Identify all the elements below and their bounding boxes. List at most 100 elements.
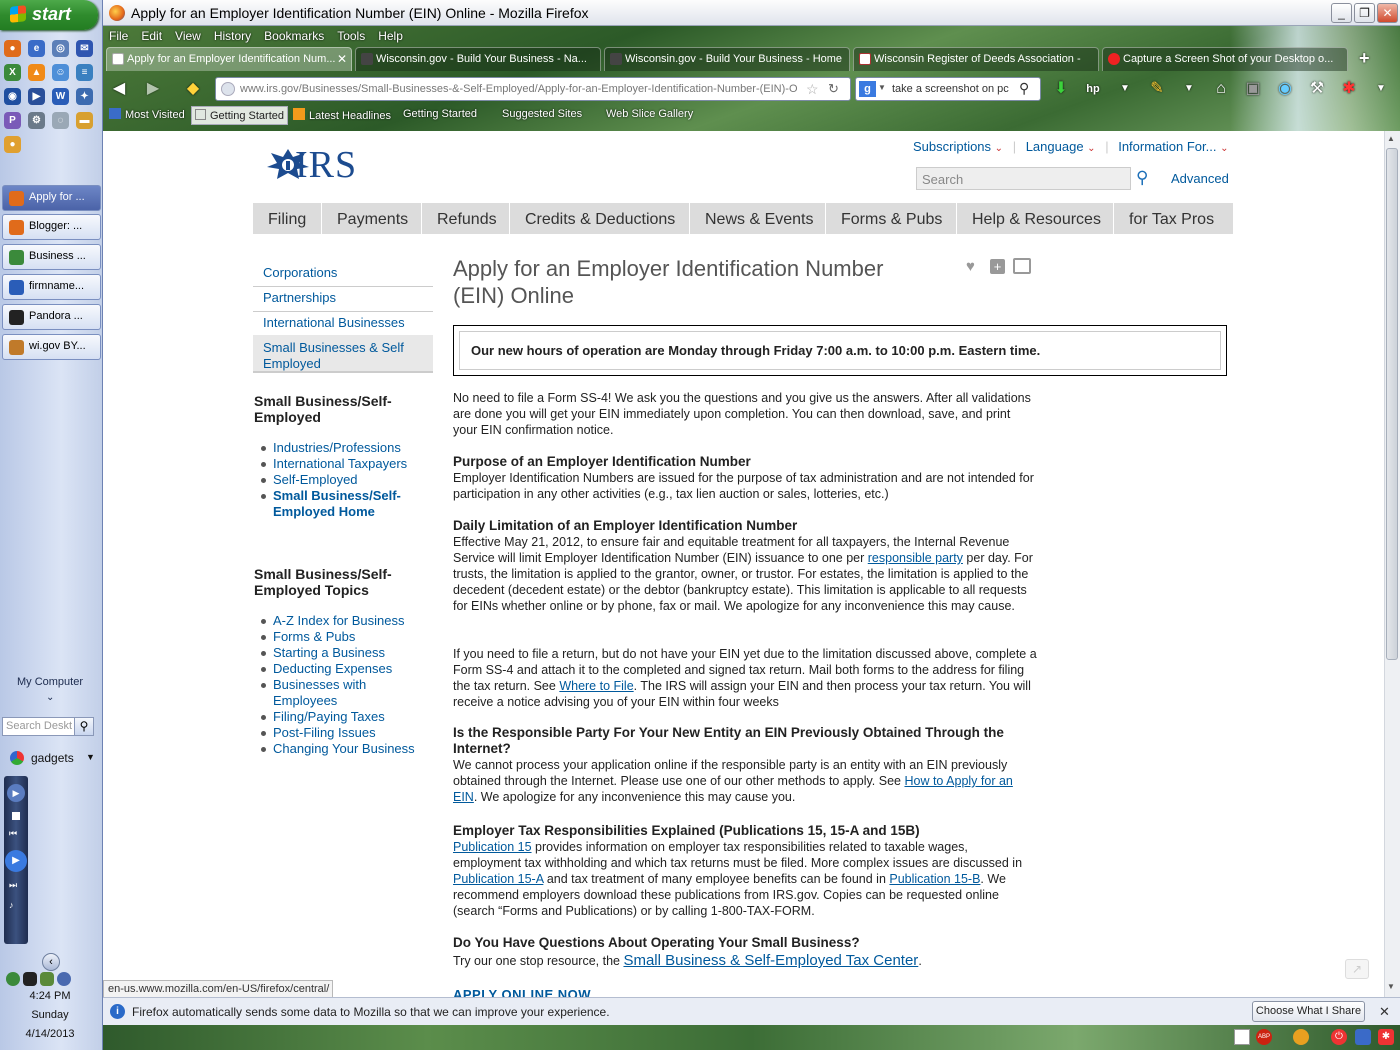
list-item[interactable]: Post-Filing Issues bbox=[259, 725, 429, 741]
task-business[interactable]: Business ... bbox=[2, 244, 101, 270]
publisher-icon[interactable]: P bbox=[4, 112, 21, 129]
forward-icon[interactable]: ▶ bbox=[143, 79, 163, 99]
list-item[interactable]: Self-Employed bbox=[259, 472, 409, 488]
engine-dropdown-icon[interactable]: ▼ bbox=[878, 83, 886, 92]
scroll-up-icon[interactable]: ▲ bbox=[1387, 134, 1395, 143]
globe-tray-icon[interactable] bbox=[57, 972, 71, 986]
restore-button[interactable]: ❐ bbox=[1354, 3, 1375, 23]
pencil-icon[interactable]: ✎ bbox=[1147, 79, 1167, 99]
battery-tray-icon[interactable] bbox=[40, 972, 54, 986]
tab-wisconsin-home[interactable]: Wisconsin.gov - Build Your Business - Ho… bbox=[604, 47, 850, 71]
vlc-icon[interactable]: ▲ bbox=[28, 64, 45, 81]
tool-icon[interactable]: ⚙ bbox=[28, 112, 45, 129]
menu-help[interactable]: Help bbox=[378, 29, 403, 43]
task-firmname[interactable]: firmname... bbox=[2, 274, 101, 300]
tab-close-icon[interactable]: ✕ bbox=[337, 52, 347, 66]
menu-view[interactable]: View bbox=[175, 29, 201, 43]
choose-what-i-share-button[interactable]: Choose What I Share bbox=[1252, 1001, 1365, 1022]
tab-capture-screenshot[interactable]: Capture a Screen Shot of your Desktop o.… bbox=[1102, 47, 1348, 71]
nav-refunds[interactable]: Refunds bbox=[422, 203, 510, 234]
hp-icon[interactable]: hp bbox=[1083, 79, 1103, 99]
menu-bookmarks[interactable]: Bookmarks bbox=[264, 29, 324, 43]
search-bar[interactable]: g ▼ take a screenshot on pc ⚲ bbox=[855, 77, 1041, 101]
task-wi-gov[interactable]: wi.gov BY... bbox=[2, 334, 101, 360]
task-blogger[interactable]: Blogger: ... bbox=[2, 214, 101, 240]
ie-icon[interactable]: e bbox=[28, 40, 45, 57]
back-icon[interactable]: ◀ bbox=[109, 79, 129, 99]
menu-edit[interactable]: Edit bbox=[141, 29, 162, 43]
tab-wisconsin-na[interactable]: Wisconsin.gov - Build Your Business - Na… bbox=[355, 47, 601, 71]
leftnav-partnerships[interactable]: Partnerships bbox=[253, 285, 433, 312]
dropdown-icon[interactable]: ▼ bbox=[1179, 79, 1199, 99]
gadgets-label[interactable]: gadgets bbox=[31, 751, 74, 765]
new-tab-button[interactable]: + bbox=[1359, 48, 1370, 69]
nav-forms-pubs[interactable]: Forms & Pubs bbox=[826, 203, 957, 234]
globe-icon[interactable]: ◎ bbox=[52, 40, 69, 57]
play-pause-icon[interactable]: ▶ bbox=[5, 850, 27, 872]
power-icon[interactable]: ⏻ bbox=[1331, 1029, 1347, 1045]
publication-15b-link[interactable]: Publication 15-B bbox=[889, 872, 980, 886]
subscriptions-link[interactable]: Subscriptions ⌄ bbox=[913, 139, 1003, 154]
star-icon[interactable]: ☆ bbox=[806, 81, 824, 98]
bookmark-getting-started-2[interactable]: Getting Started bbox=[403, 108, 477, 120]
dropdown-icon[interactable]: ▼ bbox=[1115, 79, 1135, 99]
tab-irs-ein[interactable]: Apply for an Employer Identification Num… bbox=[106, 47, 352, 71]
close-icon[interactable]: ✕ bbox=[1379, 1004, 1390, 1020]
addon-red-icon[interactable]: ✱ bbox=[1378, 1029, 1394, 1045]
list-item[interactable]: A-Z Index for Business bbox=[259, 613, 429, 629]
nav-news-events[interactable]: News & Events bbox=[690, 203, 826, 234]
leftnav-small-businesses[interactable]: Small Businesses & Self Employed bbox=[253, 335, 433, 373]
list-item[interactable]: Starting a Business bbox=[259, 645, 429, 661]
addon-icon[interactable] bbox=[1293, 1029, 1309, 1045]
list-item[interactable]: Businesses with Employees bbox=[259, 677, 369, 709]
addon-star-icon[interactable]: ✱ bbox=[1339, 79, 1359, 99]
where-to-file-link[interactable]: Where to File bbox=[559, 679, 633, 693]
nav-filing[interactable]: Filing bbox=[253, 203, 322, 234]
tax-center-link[interactable]: Small Business & Self-Employed Tax Cente… bbox=[623, 952, 918, 969]
firefox-icon[interactable]: ● bbox=[4, 40, 21, 57]
search-icon[interactable]: ⚲ bbox=[1136, 168, 1156, 188]
bookmark-getting-started[interactable]: Getting Started bbox=[191, 106, 288, 125]
gadgets-dropdown-icon[interactable]: ▼ bbox=[86, 752, 95, 762]
advanced-search-link[interactable]: Advanced bbox=[1171, 171, 1229, 186]
wrench-icon[interactable]: ⚒ bbox=[1307, 79, 1327, 99]
stop-icon[interactable] bbox=[12, 812, 20, 820]
nav-payments[interactable]: Payments bbox=[322, 203, 422, 234]
share-float-icon[interactable]: ↗ bbox=[1345, 959, 1369, 979]
list-item[interactable]: Changing Your Business bbox=[259, 741, 429, 757]
network-tray-icon[interactable] bbox=[23, 972, 37, 986]
nav-tax-pros[interactable]: for Tax Pros bbox=[1114, 203, 1233, 234]
menu-tools[interactable]: Tools bbox=[337, 29, 365, 43]
next-icon[interactable]: ⏭ bbox=[9, 880, 17, 891]
leftnav-international-businesses[interactable]: International Businesses bbox=[253, 310, 433, 337]
disc-icon[interactable]: ◌ bbox=[52, 112, 69, 129]
globe-icon[interactable]: ◉ bbox=[1275, 79, 1295, 99]
nav-credits-deductions[interactable]: Credits & Deductions bbox=[510, 203, 690, 234]
bookmark-suggested-sites[interactable]: Suggested Sites bbox=[502, 108, 582, 120]
share-plus-icon[interactable]: + bbox=[990, 259, 1005, 274]
list-item[interactable]: International Taxpayers bbox=[259, 456, 409, 472]
google-icon[interactable]: g bbox=[859, 81, 876, 97]
chrome-tray-icon[interactable] bbox=[6, 972, 20, 986]
task-apply-for[interactable]: Apply for ... bbox=[2, 185, 101, 211]
my-computer-label[interactable]: My Computer bbox=[0, 676, 100, 688]
list-item[interactable]: Forms & Pubs bbox=[259, 629, 429, 645]
menu-history[interactable]: History bbox=[214, 29, 251, 43]
close-button[interactable]: ✕ bbox=[1377, 3, 1398, 23]
information-for-link[interactable]: Information For... ⌄ bbox=[1118, 139, 1228, 154]
list-item[interactable]: Deducting Expenses bbox=[259, 661, 429, 677]
history-arrow-icon[interactable]: ◆ bbox=[183, 79, 203, 99]
scroll-down-icon[interactable]: ▼ bbox=[1387, 982, 1395, 991]
excel-icon[interactable]: X bbox=[4, 64, 21, 81]
apply-online-now-link[interactable]: APPLY ONLINE NOW bbox=[453, 987, 591, 997]
volume-icon[interactable]: ♪ bbox=[9, 900, 14, 910]
reload-icon[interactable]: ↻ bbox=[828, 81, 846, 97]
leftnav-corporations[interactable]: Corporations bbox=[253, 260, 433, 287]
folder-icon[interactable]: ▬ bbox=[76, 112, 93, 129]
start-button[interactable]: start bbox=[0, 0, 98, 30]
desktop-search-input[interactable]: Search Deskt bbox=[2, 717, 76, 736]
favorite-heart-icon[interactable]: ♥ bbox=[966, 258, 975, 275]
messenger-icon[interactable]: ☺ bbox=[52, 64, 69, 81]
bookmark-latest-headlines[interactable]: Latest Headlines bbox=[293, 108, 391, 122]
collapse-arrow-icon[interactable]: ‹ bbox=[42, 953, 60, 971]
